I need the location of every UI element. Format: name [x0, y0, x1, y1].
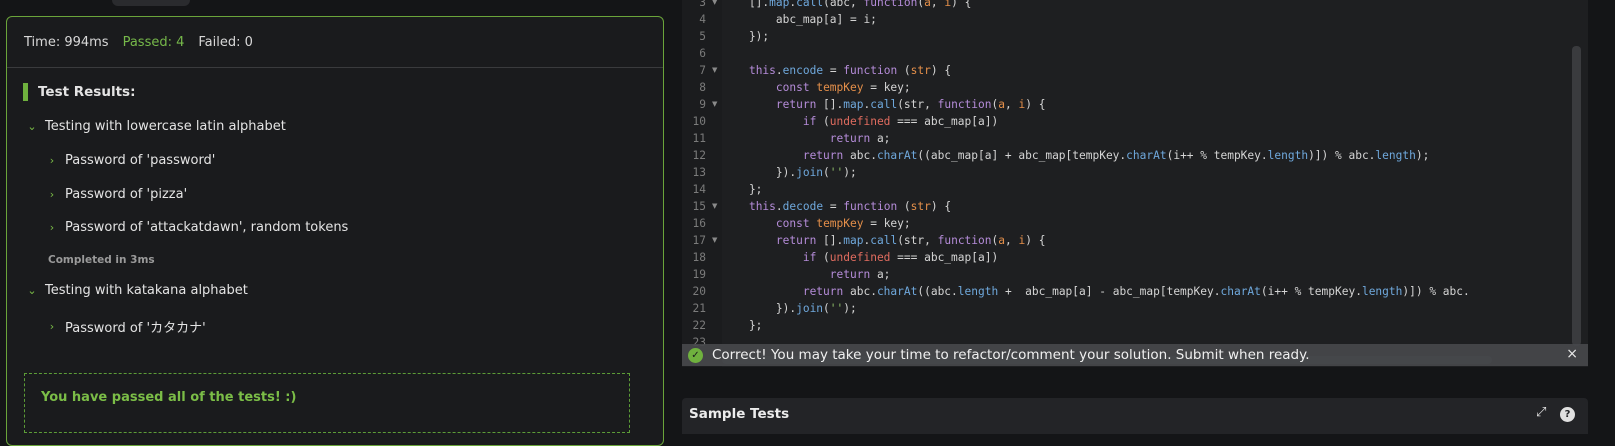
code-line[interactable]: abc_map[a] = i; [730, 13, 877, 26]
code-line[interactable]: }); [730, 30, 769, 43]
code-line[interactable]: }).join(''); [730, 302, 857, 315]
fold-arrow-icon[interactable]: ▼ [712, 0, 717, 6]
chevron-down-icon: ⌄ [27, 120, 37, 133]
chevron-right-icon: › [49, 221, 55, 234]
code-line[interactable]: return [].map.call(str, function(a, i) { [730, 234, 1046, 247]
test-item-label: Password of 'password' [65, 153, 216, 168]
line-number: 4 [699, 13, 706, 26]
line-number: 12 [692, 149, 706, 162]
test-item-label: Password of 'カタカナ' [65, 321, 206, 336]
test-results-header: Test Results: [23, 83, 135, 101]
line-number: 16 [692, 217, 706, 230]
line-number: 11 [692, 132, 706, 145]
fold-arrow-icon[interactable]: ▼ [712, 202, 717, 210]
expand-icon[interactable]: ⤢ [1536, 405, 1546, 420]
test-item-label: Password of 'attackatdawn', random token… [65, 220, 349, 235]
line-number: 13 [692, 166, 706, 179]
line-number: 3 [699, 0, 706, 9]
code-line[interactable]: return abc.charAt((abc_map[a] + abc_map[… [730, 149, 1430, 162]
check-circle-icon: ✓ [688, 347, 703, 363]
success-toast: ✓ Correct! You may take your time to ref… [682, 344, 1588, 366]
line-number: 14 [692, 183, 706, 196]
help-icon[interactable]: ? [1560, 407, 1575, 422]
group-katakana[interactable]: ⌄ Testing with katakana alphabet [25, 283, 248, 298]
line-number: 17 [692, 234, 706, 247]
line-number: 8 [699, 81, 706, 94]
code-line[interactable]: return [].map.call(str, function(a, i) { [730, 98, 1046, 111]
chevron-right-icon: › [49, 188, 55, 201]
test-item-password[interactable]: › Password of 'password' [45, 153, 216, 168]
top-tab[interactable] [112, 0, 190, 6]
group-title: Testing with katakana alphabet [45, 283, 248, 298]
line-number: 5 [699, 30, 706, 43]
code-line[interactable]: }).join(''); [730, 166, 857, 179]
failed-count: Failed: 0 [198, 34, 253, 50]
line-number: 10 [692, 115, 706, 128]
code-editor[interactable]: 3 4 5 6 7 8 9 10 11 12 13 14 15 16 17 18… [682, 0, 1588, 367]
summary-bar: Time: 994ms Passed: 4 Failed: 0 [7, 17, 663, 68]
code-line[interactable]: const tempKey = key; [730, 217, 911, 230]
test-results-title: Test Results: [38, 84, 136, 100]
line-number: 15 [692, 200, 706, 213]
vertical-scrollbar[interactable] [1572, 46, 1581, 346]
test-item-label: Password of 'pizza' [65, 187, 188, 202]
chevron-down-icon: ⌄ [27, 284, 37, 297]
completed-time: Completed in 3ms [48, 254, 155, 266]
chevron-right-icon: › [49, 320, 55, 333]
code-line[interactable]: this.decode = function (str) { [730, 200, 951, 213]
line-number: 22 [692, 319, 706, 332]
passed-count: Passed: 4 [122, 34, 185, 50]
group-title: Testing with lowercase latin alphabet [45, 119, 286, 134]
line-gutter: 3 4 5 6 7 8 9 10 11 12 13 14 15 16 17 18… [682, 0, 722, 367]
line-number: 18 [692, 251, 706, 264]
test-item-katakana[interactable]: › Password of 'カタカナ' [45, 317, 206, 336]
sample-tests-bar: Sample Tests ⤢ ? [682, 398, 1588, 434]
code-line[interactable]: return a; [730, 132, 891, 145]
code-content[interactable]: [].map.call(abc, function(a, i) { abc_ma… [730, 0, 1580, 367]
pass-message-box: You have passed all of the tests! :) [24, 373, 630, 433]
close-icon[interactable]: × [1566, 346, 1578, 362]
fold-arrow-icon[interactable]: ▼ [712, 66, 717, 74]
line-number: 20 [692, 285, 706, 298]
code-line[interactable]: return abc.charAt((abc.length + abc_map[… [730, 285, 1470, 298]
line-number: 9 [699, 98, 706, 111]
header-accent-bar [23, 83, 28, 101]
time-label: Time: 994ms [24, 34, 109, 50]
line-number: 6 [699, 47, 706, 60]
pass-message: You have passed all of the tests! :) [41, 390, 297, 405]
fold-arrow-icon[interactable]: ▼ [712, 100, 717, 108]
code-line[interactable]: if (undefined === abc_map[a]) [730, 115, 998, 128]
line-number: 19 [692, 268, 706, 281]
sample-tests-title: Sample Tests [689, 406, 790, 422]
fold-arrow-icon[interactable]: ▼ [712, 236, 717, 244]
test-item-attackatdawn[interactable]: › Password of 'attackatdawn', random tok… [45, 220, 349, 235]
code-line[interactable]: }; [730, 183, 762, 196]
code-line[interactable]: this.encode = function (str) { [730, 64, 951, 77]
chevron-right-icon: › [49, 154, 55, 167]
code-line[interactable]: if (undefined === abc_map[a]) [730, 251, 998, 264]
code-line[interactable]: return a; [730, 268, 891, 281]
group-lowercase-latin[interactable]: ⌄ Testing with lowercase latin alphabet [25, 119, 286, 134]
results-panel: Time: 994ms Passed: 4 Failed: 0 Test Res… [6, 16, 664, 446]
test-item-pizza[interactable]: › Password of 'pizza' [45, 187, 187, 202]
line-number: 21 [692, 302, 706, 315]
line-number: 7 [699, 64, 706, 77]
code-line[interactable]: [].map.call(abc, function(a, i) { [730, 0, 971, 9]
page-edge [1588, 0, 1615, 434]
toast-message: Correct! You may take your time to refac… [712, 347, 1310, 363]
code-line[interactable]: const tempKey = key; [730, 81, 911, 94]
code-line[interactable]: }; [730, 319, 762, 332]
